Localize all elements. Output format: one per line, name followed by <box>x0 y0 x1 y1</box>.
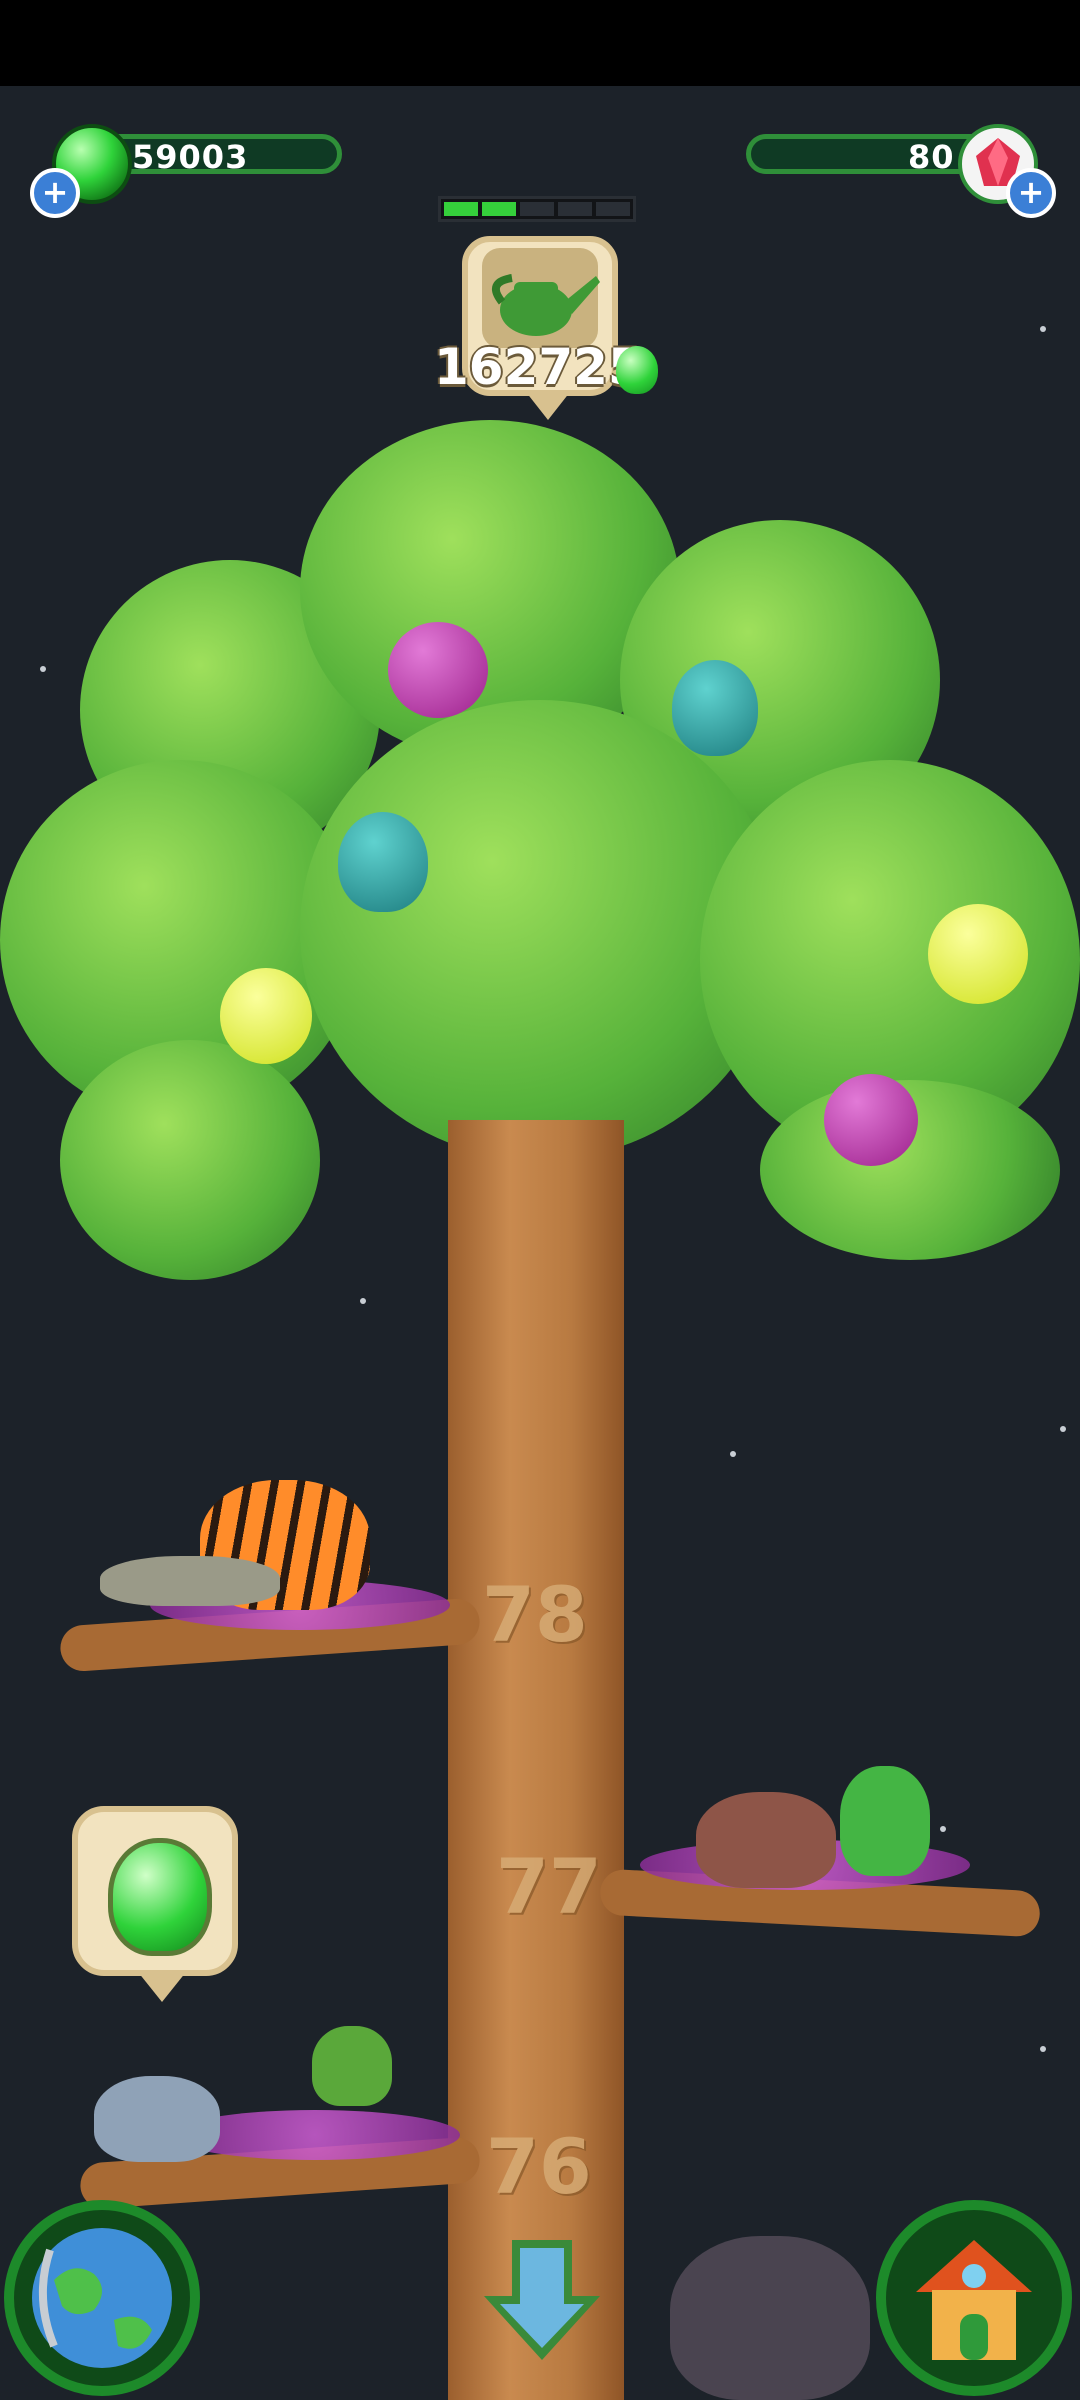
progress-segment <box>558 202 592 216</box>
green-bird-animal[interactable] <box>840 1766 930 1876</box>
status-bar <box>0 0 1080 86</box>
branch-level-label: 78 <box>482 1570 588 1659</box>
globe-button[interactable] <box>4 2200 200 2396</box>
growth-progress-bar <box>438 196 636 222</box>
branch-level-label: 77 <box>496 1842 602 1931</box>
frog-creature-animal[interactable] <box>312 2026 392 2106</box>
yellow-fruit[interactable] <box>220 968 312 1064</box>
water-cost-label: 162725 <box>434 338 643 396</box>
add-seeds-button[interactable]: + <box>30 168 80 218</box>
seed-icon <box>616 346 658 394</box>
anteater-animal[interactable] <box>100 1556 280 1606</box>
home-button[interactable] <box>876 2200 1072 2396</box>
progress-segment <box>596 202 630 216</box>
seed-currency-display: 59003 + <box>30 124 350 218</box>
star <box>360 1298 366 1304</box>
star <box>1060 1426 1066 1432</box>
purple-fruit[interactable] <box>824 1074 918 1166</box>
teal-fruit[interactable] <box>338 812 428 912</box>
star <box>1040 326 1046 332</box>
globe-icon <box>32 2228 172 2368</box>
teal-fruit[interactable] <box>672 660 758 756</box>
star <box>730 1451 736 1457</box>
purple-fruit[interactable] <box>388 622 488 718</box>
star <box>940 1826 946 1832</box>
branch-level-label: 76 <box>486 2122 592 2211</box>
progress-segment <box>520 202 554 216</box>
progress-segment <box>444 202 478 216</box>
gorilla-animal[interactable] <box>670 2236 870 2400</box>
yellow-fruit[interactable] <box>928 904 1028 1004</box>
progress-segment <box>482 202 516 216</box>
house-icon <box>916 2240 1032 2360</box>
hedgehog-animal[interactable] <box>94 2076 220 2162</box>
star <box>1040 2046 1046 2052</box>
gem-currency-display: 80 + <box>730 124 1060 218</box>
star <box>40 666 46 672</box>
collect-seed-button[interactable] <box>72 1806 238 2002</box>
foliage <box>60 1040 320 1280</box>
scroll-down-button[interactable] <box>474 2234 610 2366</box>
add-gems-button[interactable]: + <box>1006 168 1056 218</box>
seed-count: 59003 <box>132 138 249 176</box>
mole-animal[interactable] <box>696 1792 836 1888</box>
seed-icon <box>108 1838 212 1956</box>
gem-count: 80 <box>908 138 955 176</box>
